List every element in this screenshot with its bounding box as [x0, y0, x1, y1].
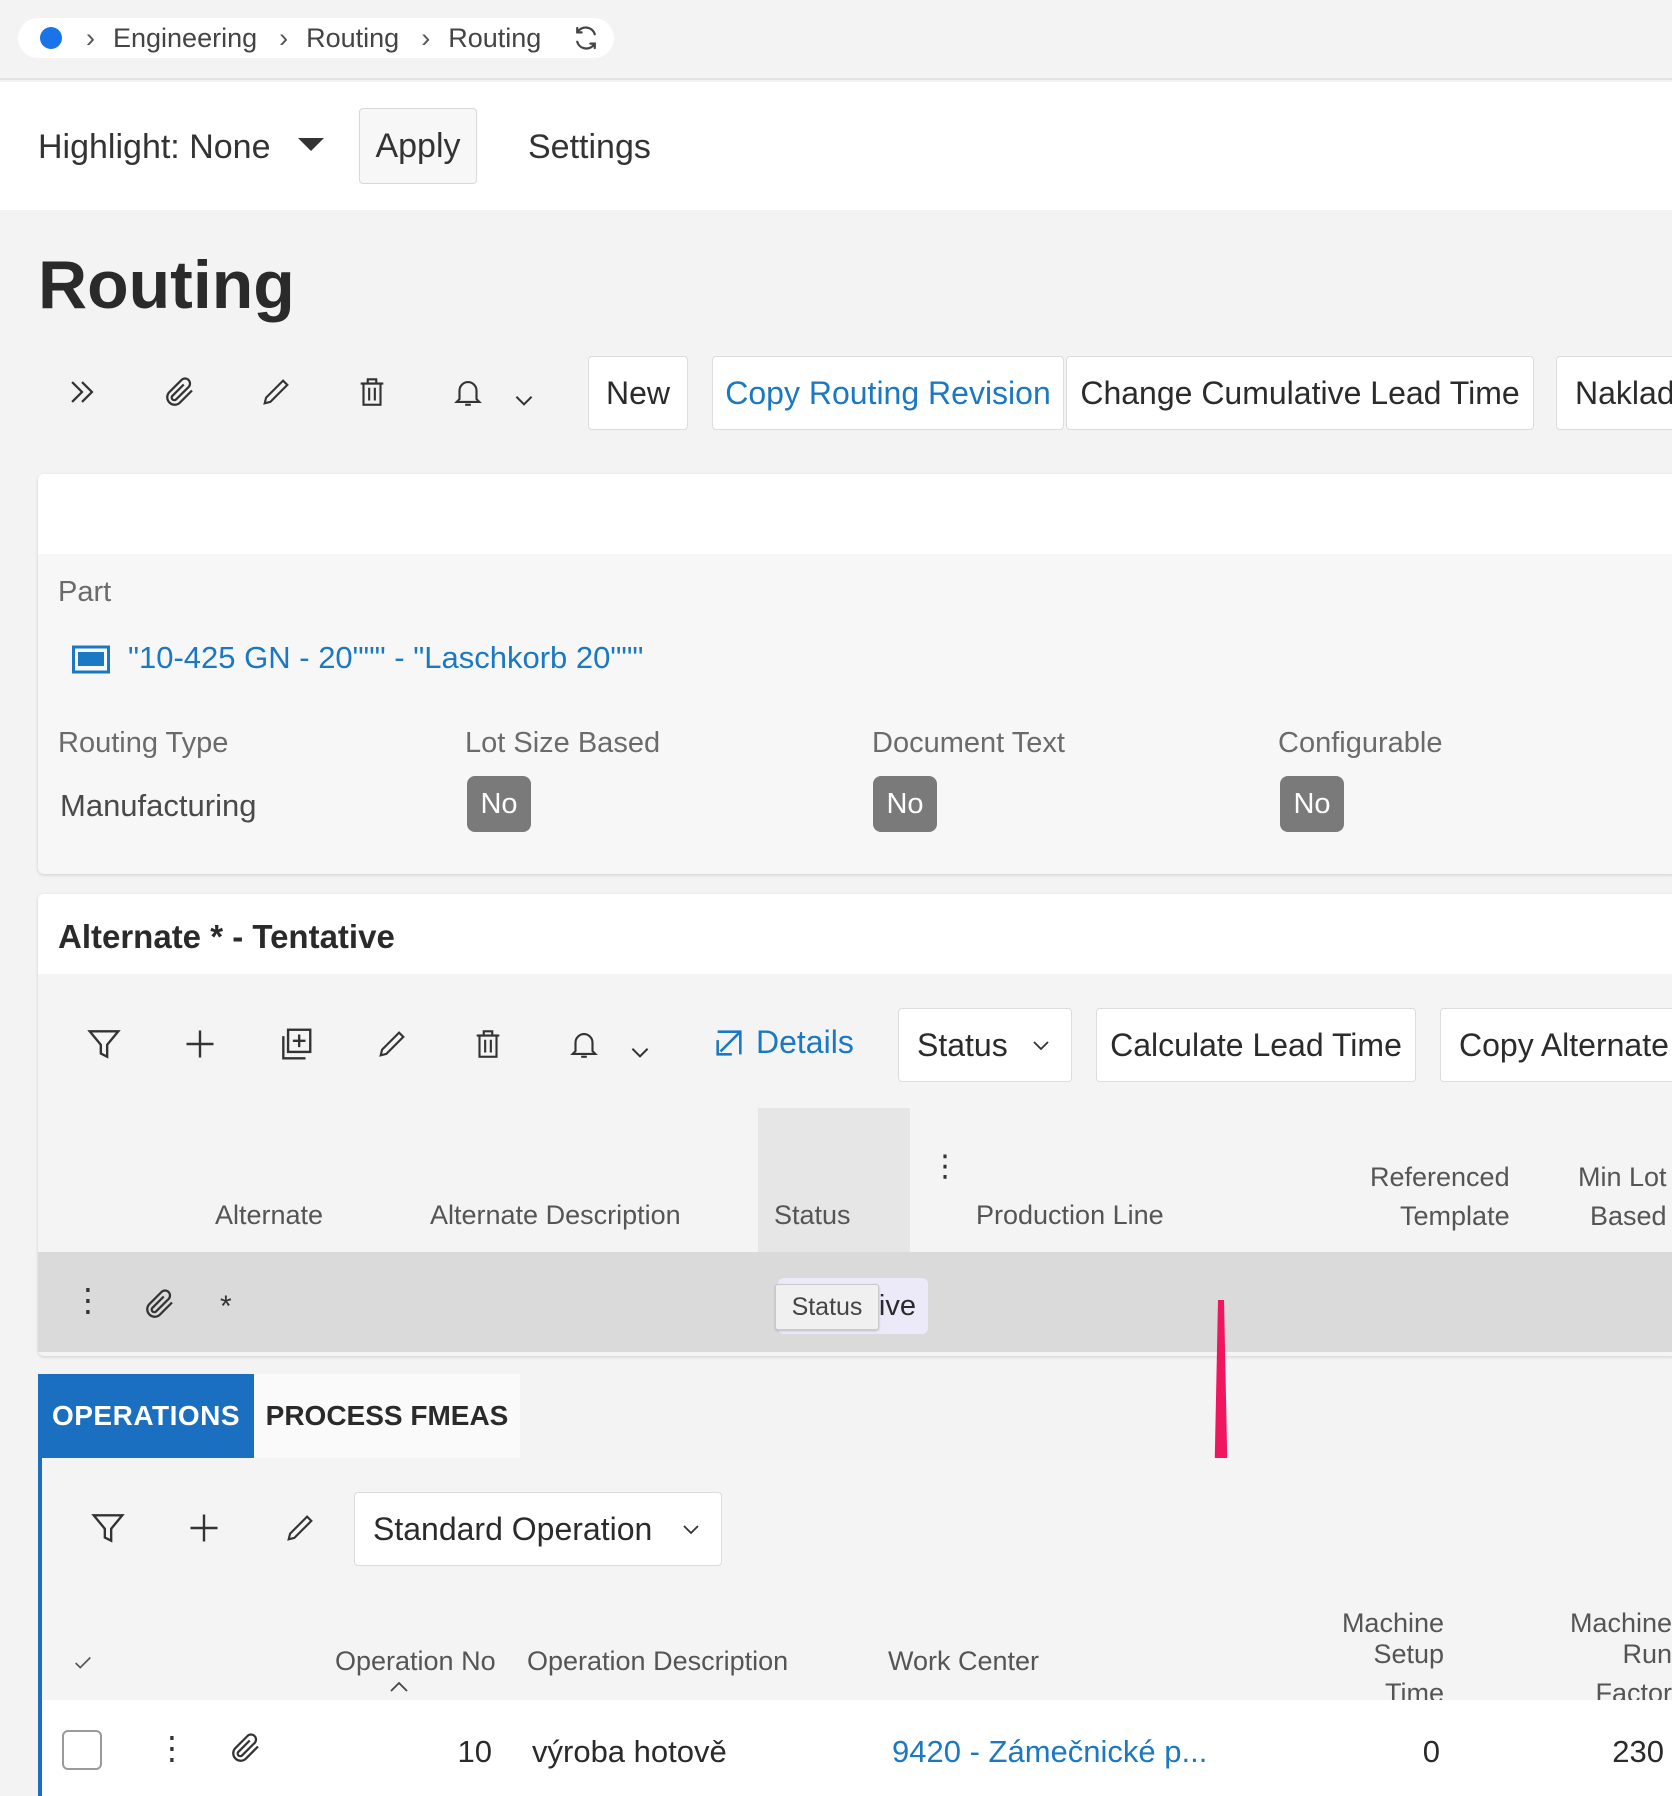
home-icon[interactable]: [40, 27, 62, 49]
chevron-down-icon: [1033, 1041, 1049, 1051]
operation-no-cell: 10: [457, 1734, 492, 1769]
row-menu-kebab-icon[interactable]: ⋮: [156, 1732, 188, 1764]
calculate-lead-time-button[interactable]: Calculate Lead Time: [1096, 1008, 1416, 1082]
column-header-status[interactable]: Status: [774, 1200, 851, 1231]
alternate-title: Alternate * - Tentative: [58, 918, 395, 955]
column-header-min-lot-based[interactable]: Min Lot Based: [1578, 1162, 1667, 1232]
naklad-button[interactable]: Naklad: [1556, 356, 1672, 430]
expand-double-chevron-icon[interactable]: [58, 368, 106, 416]
paperclip-icon[interactable]: [142, 1286, 178, 1327]
column-header-machine-setup-time[interactable]: Machine Setup Time: [1268, 1608, 1444, 1709]
lot-size-based-badge: No: [467, 776, 531, 832]
breadcrumb-item-routing-current[interactable]: Routing: [448, 23, 541, 54]
column-header-operation-no[interactable]: Operation No: [335, 1646, 496, 1677]
paperclip-icon[interactable]: [156, 368, 204, 416]
settings-link[interactable]: Settings: [528, 128, 651, 167]
edit-pencil-icon[interactable]: [276, 1504, 324, 1552]
highlight-select[interactable]: Highlight: None: [38, 128, 270, 167]
edit-pencil-icon[interactable]: [252, 368, 300, 416]
tab-process-fmeas[interactable]: PROCESS FMEAS: [254, 1374, 520, 1458]
refresh-icon[interactable]: [571, 23, 601, 53]
trash-icon[interactable]: [348, 368, 396, 416]
document-text-label: Document Text: [872, 727, 1065, 759]
status-tooltip: Status: [775, 1284, 879, 1330]
copy-alternate-button[interactable]: Copy Alternate: [1440, 1008, 1672, 1082]
operation-description-cell: výroba hotově: [532, 1734, 727, 1769]
paperclip-icon[interactable]: [228, 1730, 264, 1771]
row-menu-kebab-icon[interactable]: ⋮: [72, 1284, 104, 1316]
machine-setup-time-cell: 0: [1422, 1734, 1440, 1769]
chevron-right-icon: ›: [279, 22, 289, 53]
apply-button[interactable]: Apply: [359, 108, 477, 184]
monitor-icon: [72, 644, 110, 681]
select-all-check-icon[interactable]: [72, 1652, 94, 1679]
part-label: Part: [58, 576, 112, 608]
machine-run-factor-cell: 230: [1612, 1734, 1664, 1769]
chevron-down-icon: [683, 1525, 699, 1535]
chevron-right-icon: ›: [86, 22, 95, 53]
duplicate-icon[interactable]: [272, 1020, 320, 1068]
column-header-production-line[interactable]: Production Line: [976, 1200, 1164, 1231]
row-checkbox[interactable]: [62, 1730, 102, 1770]
work-center-link[interactable]: 9420 - Zámečnické p...: [892, 1734, 1207, 1770]
bell-icon[interactable]: [560, 1020, 608, 1068]
status-dropdown[interactable]: Status: [898, 1008, 1072, 1082]
details-label: Details: [756, 1024, 854, 1060]
page-title: Routing: [38, 247, 295, 323]
new-button[interactable]: New: [588, 356, 688, 430]
lot-size-based-label: Lot Size Based: [465, 727, 661, 759]
tab-operations[interactable]: OPERATIONS: [38, 1374, 254, 1458]
copy-routing-revision-button[interactable]: Copy Routing Revision: [712, 356, 1064, 430]
filter-icon[interactable]: [80, 1020, 128, 1068]
change-cumulative-lead-time-button[interactable]: Change Cumulative Lead Time: [1066, 356, 1534, 430]
trash-icon[interactable]: [464, 1020, 512, 1068]
add-plus-icon[interactable]: [176, 1020, 224, 1068]
configurable-label: Configurable: [1278, 727, 1443, 759]
column-header-alternate[interactable]: Alternate: [215, 1200, 323, 1231]
breadcrumb-item-routing[interactable]: Routing: [306, 23, 399, 54]
standard-operation-dropdown[interactable]: Standard Operation: [354, 1492, 722, 1566]
status-dropdown-label: Status: [917, 1026, 1008, 1063]
filter-icon[interactable]: [84, 1504, 132, 1552]
column-header-machine-run-factor[interactable]: Machine Run Factor: [1514, 1608, 1672, 1709]
routing-type-value: Manufacturing: [60, 788, 257, 823]
bell-icon[interactable]: [444, 368, 492, 416]
caret-down-icon[interactable]: [298, 138, 324, 151]
add-plus-icon[interactable]: [180, 1504, 228, 1552]
column-menu-kebab-icon[interactable]: ⋮: [930, 1152, 960, 1182]
document-text-badge: No: [873, 776, 937, 832]
breadcrumb-item-engineering[interactable]: Engineering: [113, 23, 257, 54]
sort-ascending-icon[interactable]: [388, 1680, 410, 1699]
configurable-badge: No: [1280, 776, 1344, 832]
column-header-work-center[interactable]: Work Center: [888, 1646, 1039, 1677]
open-external-icon: [716, 1029, 742, 1056]
chevron-down-icon[interactable]: [616, 1028, 664, 1076]
column-header-operation-description[interactable]: Operation Description: [527, 1646, 788, 1677]
standard-operation-label: Standard Operation: [373, 1510, 653, 1547]
breadcrumb: › Engineering › Routing › Routing: [18, 18, 614, 58]
column-header-referenced-template[interactable]: Referenced Template: [1370, 1162, 1510, 1232]
chevron-down-icon[interactable]: [500, 376, 548, 424]
column-header-alternate-description[interactable]: Alternate Description: [430, 1200, 681, 1231]
part-link[interactable]: "10-425 GN - 20""" - "Laschkorb 20""": [128, 640, 643, 676]
alternate-cell: *: [220, 1290, 232, 1323]
chevron-right-icon: ›: [421, 22, 431, 53]
routing-type-label: Routing Type: [58, 727, 229, 759]
details-link[interactable]: Details: [712, 1024, 854, 1061]
edit-pencil-icon[interactable]: [368, 1020, 416, 1068]
